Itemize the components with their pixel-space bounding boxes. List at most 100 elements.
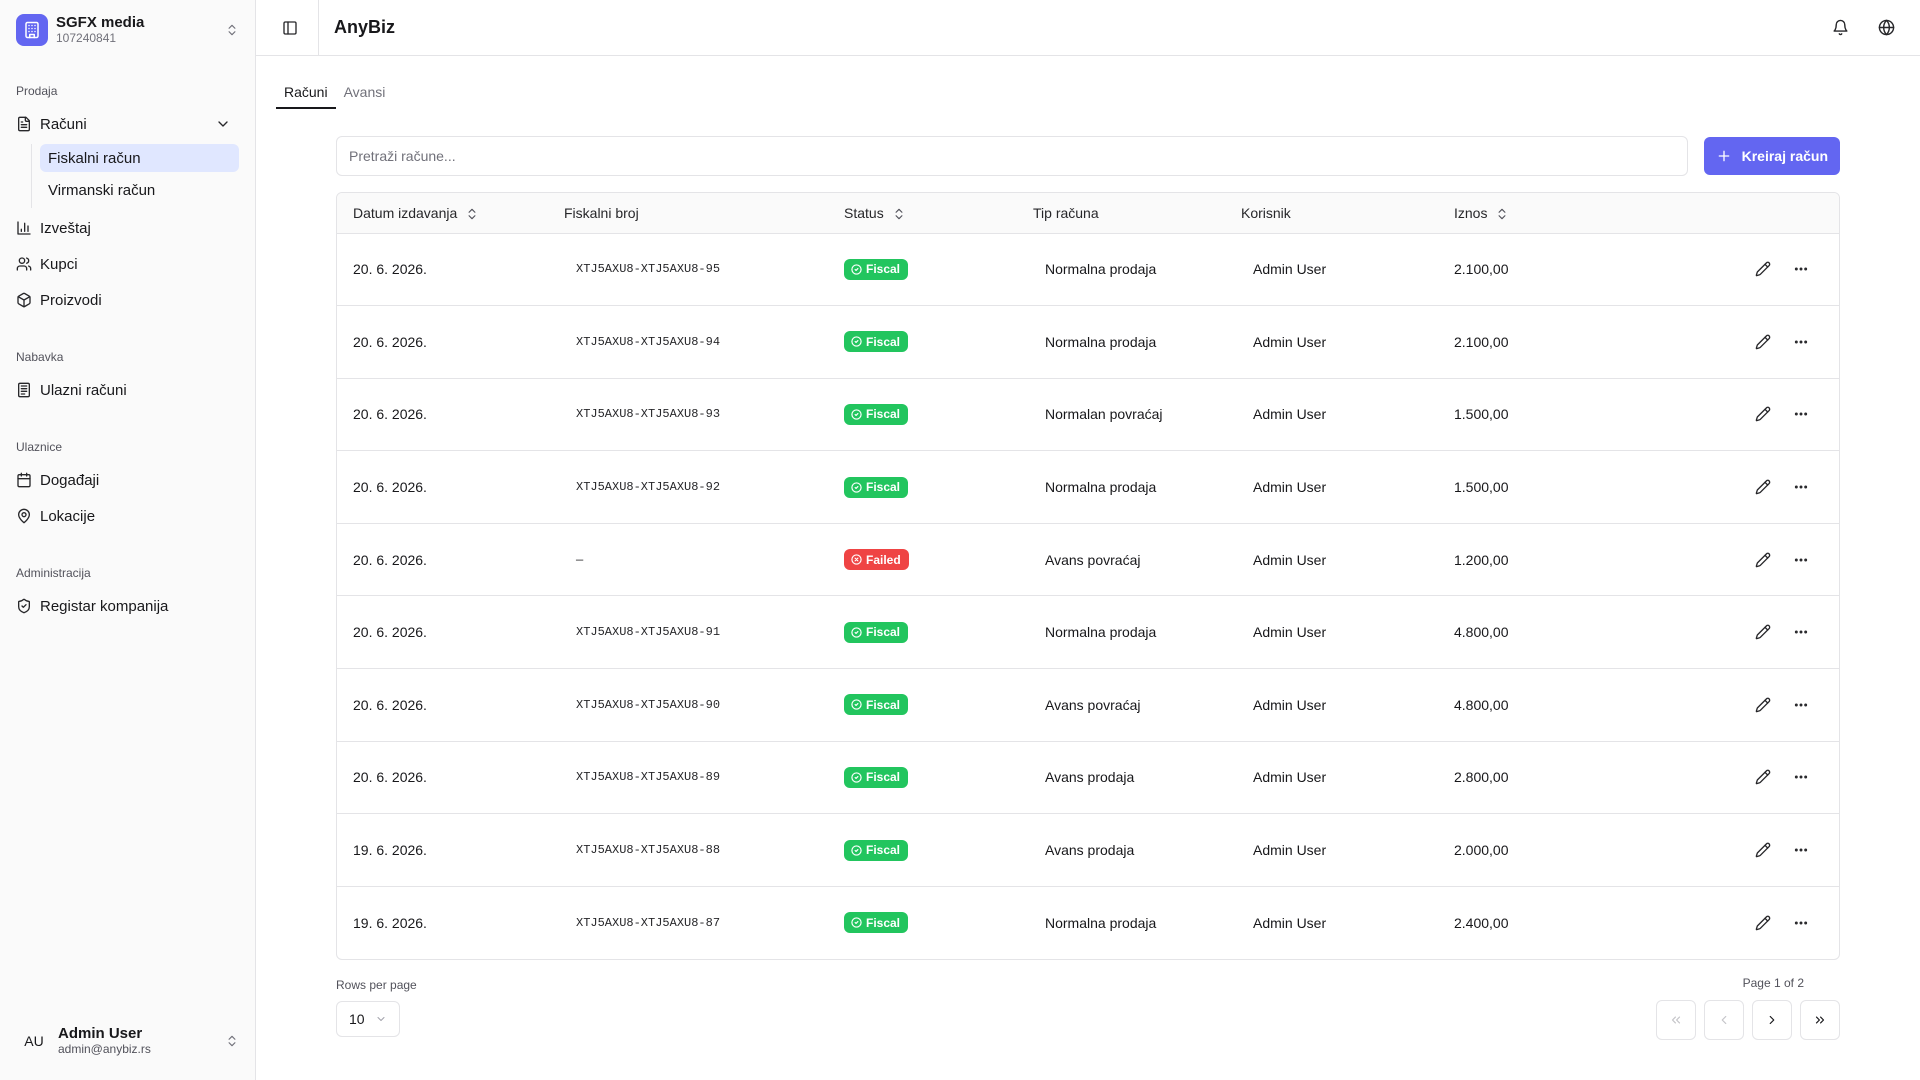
tab-avansi[interactable]: Avansi [336,76,394,109]
more-horizontal-icon[interactable] [1787,328,1815,356]
sidebar-sublist: Fiskalni račun Virmanski račun [31,144,239,208]
sidebar-item-izvestaj[interactable]: Izveštaj [16,212,239,244]
column-header-amount[interactable]: Iznos [1438,193,1688,233]
more-horizontal-icon[interactable] [1787,255,1815,283]
sidebar-item-label: Registar kompanija [40,597,169,615]
status-badge: Fiscal [844,331,909,353]
sidebar-item-lokacije[interactable]: Lokacije [16,500,239,532]
invoices-table: Datum izdavanja Fiskalni broj Status Tip… [336,192,1840,960]
cell-type: Normalan povraćaj [1045,406,1163,423]
table-row[interactable]: 20. 6. 2026. XTJ5AXU8-XTJ5AXU8-92 Fiscal No… [337,450,1839,524]
chevron-down-icon [375,1013,387,1025]
sidebar-item-registar[interactable]: Registar kompanija [16,590,239,622]
column-header-status[interactable]: Status [828,193,1017,233]
status-badge-label: Fiscal [866,770,901,785]
edit-pencil-icon[interactable] [1749,691,1777,719]
edit-pencil-icon[interactable] [1749,473,1777,501]
status-badge: Fiscal [844,839,909,861]
cell-amount: 1.200,00 [1454,551,1509,568]
user-name: Admin User [58,1025,143,1043]
first-page-button[interactable] [1656,999,1696,1040]
check-circle-icon [851,699,862,711]
more-horizontal-icon[interactable] [1787,909,1815,937]
cell-status: Fiscal [828,886,1017,959]
more-horizontal-icon[interactable] [1787,618,1815,646]
org-switcher[interactable]: SGFX media 107240841 [16,2,239,58]
status-badge-label: Fiscal [866,625,901,640]
pagination: Rows per page 10 Page 1 of 2 [336,976,1840,1040]
status-badge-label: Fiscal [866,334,901,349]
tab-racuni[interactable]: Računi [276,76,336,109]
table-row[interactable]: 20. 6. 2026. — Failed Avans povraćaj Admin U… [337,523,1839,596]
sidebar-item-dogadjaji[interactable]: Događaji [16,464,239,496]
cell-actions [1688,233,1839,306]
table-row[interactable]: 19. 6. 2026. XTJ5AXU8-XTJ5AXU8-88 Fiscal Av… [337,813,1839,887]
table-row[interactable]: 19. 6. 2026. XTJ5AXU8-XTJ5AXU8-87 Fiscal No… [337,886,1839,959]
column-header-type: Tip računa [1033,204,1099,221]
cell-status: Fiscal [828,378,1017,451]
table-row[interactable]: 20. 6. 2026. XTJ5AXU8-XTJ5AXU8-94 Fiscal No… [337,305,1839,379]
rows-per-page-value: 10 [349,1010,365,1027]
rows-per-page-select[interactable]: 10 [336,1000,400,1037]
table-row[interactable]: 20. 6. 2026. XTJ5AXU8-XTJ5AXU8-95 Fiscal No… [337,233,1839,306]
sidebar-item-proizvodi[interactable]: Proizvodi [16,284,239,316]
edit-pencil-icon[interactable] [1749,255,1777,283]
cell-actions [1688,451,1839,524]
column-header-number: Fiskalni broj [564,204,639,221]
cell-type: Avans povraćaj [1045,551,1141,568]
main: AnyBiz Računi Avansi Pretraži račune... … [256,0,1920,1080]
cell-status: Fiscal [828,596,1017,669]
toolbar: Kreiraj račun [336,136,1840,176]
more-horizontal-icon[interactable] [1787,836,1815,864]
create-invoice-button[interactable]: Kreiraj račun [1703,137,1840,175]
file-text-icon [16,116,32,132]
last-page-button[interactable] [1800,999,1840,1040]
sidebar-toggle-icon[interactable] [276,14,304,42]
sidebar-item-label: Događaji [40,471,100,489]
table-row[interactable]: 20. 6. 2026. XTJ5AXU8-XTJ5AXU8-89 Fiscal Av… [337,741,1839,814]
sidebar-subitem-fiskalni[interactable]: Fiskalni račun [40,144,239,172]
cell-type: Avans prodaja [1045,842,1135,859]
previous-page-button[interactable] [1704,999,1744,1040]
nav-group-label: Prodaja [16,84,58,98]
receipt-icon [16,382,32,398]
bell-icon[interactable] [1824,12,1856,44]
sidebar-item-ulazni-racuni[interactable]: Ulazni računi [16,374,239,406]
cell-user: Admin User [1253,261,1327,278]
status-badge-label: Fiscal [866,915,901,930]
edit-pencil-icon[interactable] [1749,546,1777,574]
next-page-button[interactable] [1752,999,1792,1040]
table-row[interactable]: 20. 6. 2026. XTJ5AXU8-XTJ5AXU8-93 Fiscal No… [337,378,1839,451]
check-circle-icon [851,264,862,275]
cell-type: Avans povraćaj [1045,696,1141,713]
edit-pencil-icon[interactable] [1749,836,1777,864]
search-input[interactable] [336,136,1688,176]
globe-icon[interactable] [1870,12,1902,44]
sidebar-subitem-virmanski[interactable]: Virmanski račun [40,176,239,204]
more-horizontal-icon[interactable] [1787,763,1815,791]
edit-pencil-icon[interactable] [1749,328,1777,356]
table-row[interactable]: 20. 6. 2026. XTJ5AXU8-XTJ5AXU8-90 Fiscal Av… [337,668,1839,742]
more-horizontal-icon[interactable] [1787,473,1815,501]
sidebar-item-racuni[interactable]: Računi [16,108,239,140]
column-header-date[interactable]: Datum izdavanja [337,193,548,233]
edit-pencil-icon[interactable] [1749,618,1777,646]
cell-user: Admin User [1253,842,1327,859]
avatar: AU [24,1033,44,1049]
status-badge-label: Fiscal [866,697,901,712]
table-row[interactable]: 20. 6. 2026. XTJ5AXU8-XTJ5AXU8-91 Fiscal No… [337,595,1839,669]
edit-pencil-icon[interactable] [1749,763,1777,791]
invoices-panel: Kreiraj račun Datum izdavanja Fiskalni b… [336,136,1840,1040]
column-header-actions [1688,193,1839,233]
user-menu[interactable]: AU Admin User admin@anybiz.rs [16,1010,239,1072]
sidebar-item-kupci[interactable]: Kupci [16,248,239,280]
cell-status: Fiscal [828,814,1017,887]
sidebar-item-label: Proizvodi [40,291,102,309]
more-horizontal-icon[interactable] [1787,400,1815,428]
more-horizontal-icon[interactable] [1787,546,1815,574]
chevrons-up-down-icon [225,1034,239,1048]
edit-pencil-icon[interactable] [1749,909,1777,937]
more-horizontal-icon[interactable] [1787,691,1815,719]
status-badge: Fiscal [844,476,909,498]
edit-pencil-icon[interactable] [1749,400,1777,428]
